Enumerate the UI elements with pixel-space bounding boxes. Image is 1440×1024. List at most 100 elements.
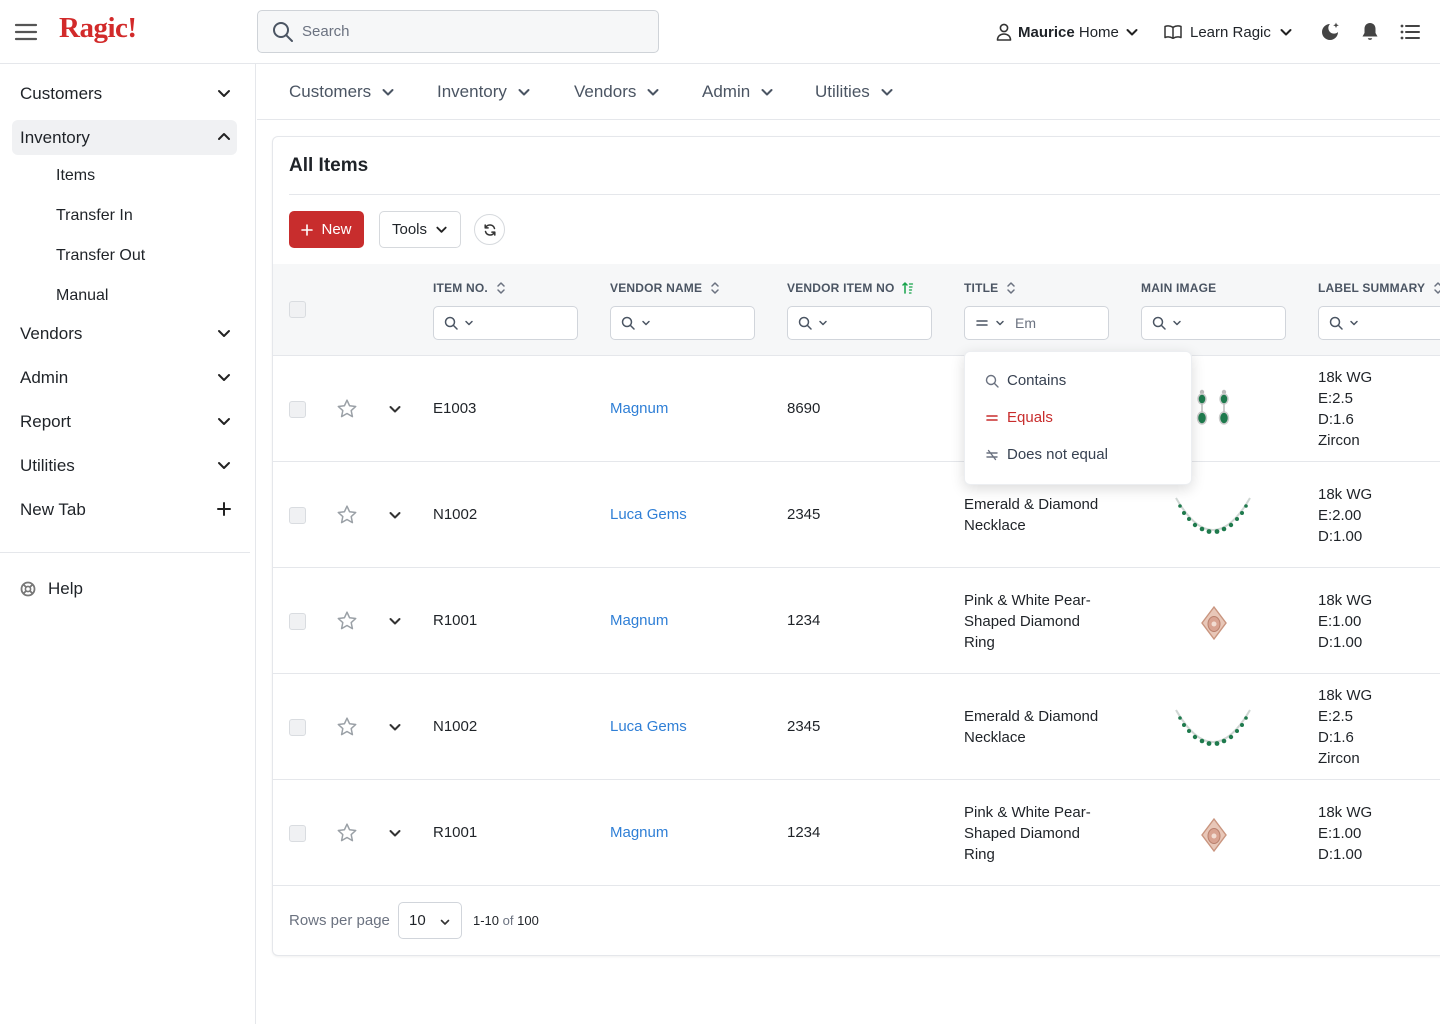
- label-line: E:2.00: [1318, 507, 1362, 524]
- whats-new-icon[interactable]: [1318, 20, 1342, 44]
- search-icon: [985, 374, 999, 388]
- label-line: D:1.6: [1318, 729, 1354, 746]
- expand-row-icon[interactable]: [388, 402, 402, 416]
- label-line: Zircon: [1318, 750, 1360, 767]
- cell-vendor-name[interactable]: Magnum: [610, 400, 668, 417]
- ring-image[interactable]: [1197, 817, 1231, 853]
- necklace-image[interactable]: [1172, 492, 1254, 540]
- column-header-main-image[interactable]: MAIN IMAGE: [1141, 281, 1216, 295]
- column-header-item-no[interactable]: ITEM NO.: [433, 281, 506, 295]
- expand-row-icon[interactable]: [388, 508, 402, 522]
- earrings-image[interactable]: [1190, 388, 1234, 432]
- learn-ragic-menu[interactable]: Learn Ragic: [1164, 20, 1293, 44]
- sidebar-item-label: Customers: [20, 83, 103, 103]
- sidebar-item-vendors[interactable]: Vendors: [12, 316, 237, 351]
- row-checkbox[interactable]: [289, 507, 306, 524]
- tab-utilities[interactable]: Utilities: [815, 82, 894, 102]
- row-checkbox[interactable]: [289, 719, 306, 736]
- column-header-title[interactable]: TITLE: [964, 281, 1016, 295]
- row-checkbox[interactable]: [289, 613, 306, 630]
- filter-item-no[interactable]: [433, 306, 578, 340]
- list-icon[interactable]: [1398, 20, 1422, 44]
- page-title: All Items: [289, 155, 369, 176]
- cell-label-summary: 18k WG E:1.00 D:1.00: [1318, 590, 1372, 653]
- sidebar-item-customers[interactable]: Customers: [12, 76, 237, 111]
- row-checkbox[interactable]: [289, 401, 306, 418]
- menu-icon[interactable]: [14, 20, 38, 44]
- title-line: Emerald & Diamond: [964, 496, 1099, 513]
- tools-button[interactable]: Tools: [379, 211, 461, 248]
- cell-vendor-name[interactable]: Magnum: [610, 612, 668, 629]
- column-header-label: LABEL SUMMARY: [1318, 281, 1426, 295]
- cell-vendor-item-no: 1234: [787, 612, 821, 629]
- sidebar-item-report[interactable]: Report: [12, 404, 237, 439]
- select-all-checkbox[interactable]: [289, 301, 306, 318]
- search-box[interactable]: [257, 10, 659, 53]
- star-icon[interactable]: [336, 610, 358, 632]
- sidebar-item-utilities[interactable]: Utilities: [12, 448, 237, 483]
- filter-vendor-item-no[interactable]: [787, 306, 932, 340]
- tab-customers[interactable]: Customers: [289, 82, 395, 102]
- tab-admin[interactable]: Admin: [702, 82, 774, 102]
- user-menu[interactable]: Maurice Home: [996, 20, 1139, 44]
- cell-vendor-item-no: 2345: [787, 718, 821, 735]
- sidebar-subitem-transfer-out[interactable]: Transfer Out: [56, 247, 145, 265]
- row-checkbox[interactable]: [289, 825, 306, 842]
- column-header-vendor-name[interactable]: VENDOR NAME: [610, 281, 720, 295]
- range-of: of: [502, 913, 514, 928]
- star-icon[interactable]: [336, 822, 358, 844]
- star-icon[interactable]: [336, 398, 358, 420]
- filter-vendor-name[interactable]: [610, 306, 755, 340]
- chevron-down-icon: [216, 85, 232, 101]
- sidebar-item-admin[interactable]: Admin: [12, 360, 237, 395]
- search-input[interactable]: [302, 11, 642, 52]
- cell-vendor-name[interactable]: Luca Gems: [610, 506, 687, 523]
- sidebar-subitem-items[interactable]: Items: [56, 167, 95, 185]
- tab-label: Utilities: [815, 82, 870, 101]
- equals-icon: [975, 316, 989, 330]
- star-icon[interactable]: [336, 716, 358, 738]
- chevron-down-icon: [216, 369, 232, 385]
- sidebar-item-inventory[interactable]: Inventory: [12, 120, 237, 155]
- sidebar-subitem-manual[interactable]: Manual: [56, 287, 108, 305]
- cell-vendor-name[interactable]: Luca Gems: [610, 718, 687, 735]
- rows-per-page-select[interactable]: 10: [398, 902, 462, 939]
- sidebar-item-new-tab[interactable]: New Tab: [12, 492, 237, 527]
- title-line: Shaped Diamond: [964, 825, 1080, 842]
- tab-inventory[interactable]: Inventory: [437, 82, 531, 102]
- menu-item-equals[interactable]: Equals: [985, 409, 1053, 426]
- sidebar-item-label: Vendors: [20, 323, 83, 343]
- cell-label-summary: 18k WG E:2.5 D:1.6 Zircon: [1318, 367, 1372, 451]
- cell-title: Pink & White Pear- Shaped Diamond Ring: [964, 590, 1091, 653]
- sidebar-subitem-transfer-in[interactable]: Transfer In: [56, 207, 133, 225]
- chevron-down-icon: [216, 325, 232, 341]
- logo[interactable]: Ragic!: [59, 12, 137, 45]
- sort-icon: [496, 281, 506, 295]
- label-line: Zircon: [1318, 432, 1360, 449]
- expand-row-icon[interactable]: [388, 720, 402, 734]
- necklace-image[interactable]: [1172, 704, 1254, 752]
- help-link[interactable]: Help: [20, 579, 83, 599]
- bell-icon[interactable]: [1358, 20, 1382, 44]
- menu-item-does-not-equal[interactable]: Does not equal: [985, 446, 1108, 463]
- expand-row-icon[interactable]: [388, 614, 402, 628]
- column-header-label-summary[interactable]: LABEL SUMMARY: [1318, 281, 1440, 295]
- tab-vendors[interactable]: Vendors: [574, 82, 660, 102]
- new-button[interactable]: New: [289, 211, 364, 248]
- tab-label: Customers: [289, 82, 372, 101]
- filter-label-summary[interactable]: [1318, 306, 1440, 340]
- star-icon[interactable]: [336, 504, 358, 526]
- plus-icon: [216, 501, 232, 517]
- filter-main-image[interactable]: [1141, 306, 1286, 340]
- menu-item-contains[interactable]: Contains: [985, 372, 1066, 389]
- chevron-down-icon: [641, 318, 651, 328]
- column-header-vendor-item-no[interactable]: VENDOR ITEM NO: [787, 281, 914, 295]
- refresh-button[interactable]: [474, 214, 505, 245]
- menu-item-label: Equals: [1007, 409, 1053, 426]
- filter-title[interactable]: Em: [964, 306, 1109, 340]
- cell-item-no: R1001: [433, 824, 478, 841]
- cell-vendor-name[interactable]: Magnum: [610, 824, 668, 841]
- filter-title-value: Em: [1015, 315, 1036, 331]
- ring-image[interactable]: [1197, 605, 1231, 641]
- expand-row-icon[interactable]: [388, 826, 402, 840]
